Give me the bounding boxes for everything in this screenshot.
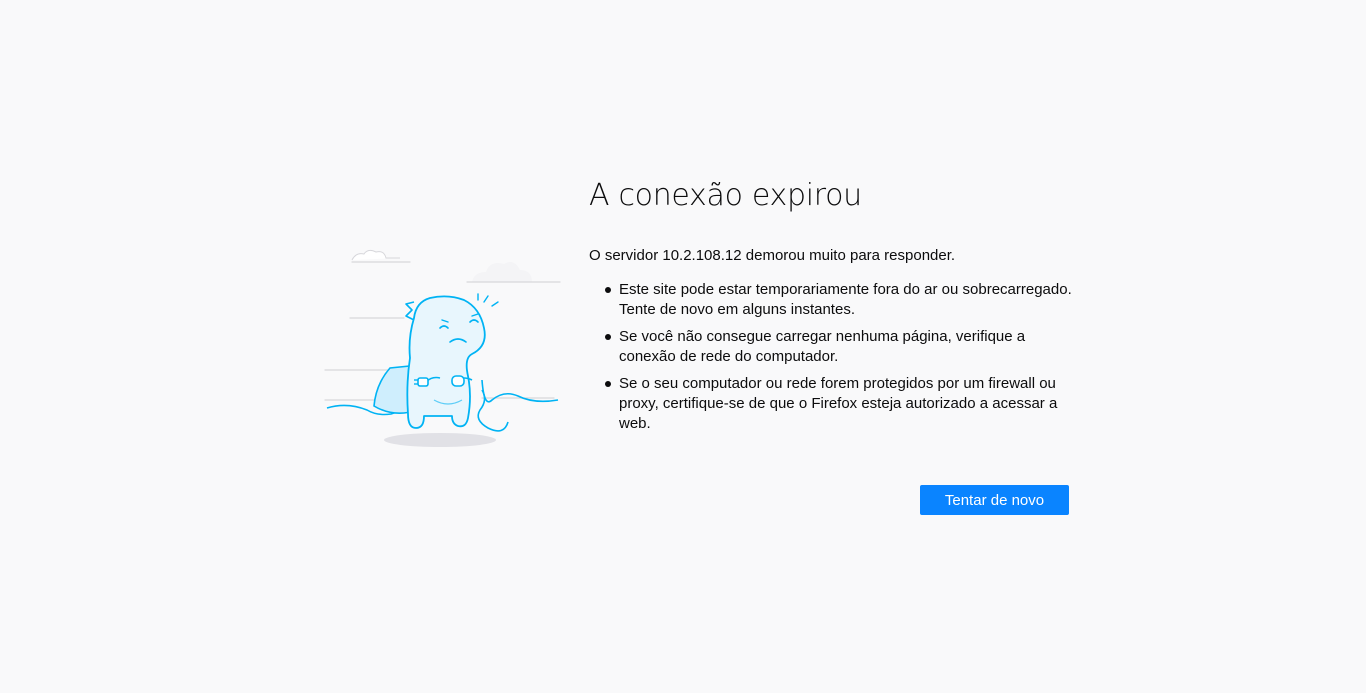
error-content: A conexão expirou O servidor 10.2.108.12… [589, 174, 1079, 441]
button-row: Tentar de novo [920, 485, 1069, 515]
disconnected-dino-icon [322, 240, 562, 455]
page-title: A conexão expirou [589, 178, 862, 213]
list-item-text: Se o seu computador ou rede forem proteg… [619, 375, 1058, 432]
bullet-icon [605, 334, 611, 340]
bullet-icon [605, 287, 611, 293]
retry-button[interactable]: Tentar de novo [920, 485, 1069, 515]
suggestion-list: Este site pode estar temporariamente for… [589, 280, 1079, 434]
list-item: Se o seu computador ou rede forem proteg… [605, 374, 1079, 434]
error-description: O servidor 10.2.108.12 demorou muito par… [589, 247, 956, 264]
list-item-text: Se você não consegue carregar nenhuma pá… [619, 328, 1026, 365]
list-item: Se você não consegue carregar nenhuma pá… [605, 327, 1079, 367]
list-item: Este site pode estar temporariamente for… [605, 280, 1079, 320]
list-item-text: Este site pode estar temporariamente for… [619, 281, 1072, 318]
error-page: A conexão expirou O servidor 10.2.108.12… [0, 0, 1366, 693]
bullet-icon [605, 381, 611, 387]
